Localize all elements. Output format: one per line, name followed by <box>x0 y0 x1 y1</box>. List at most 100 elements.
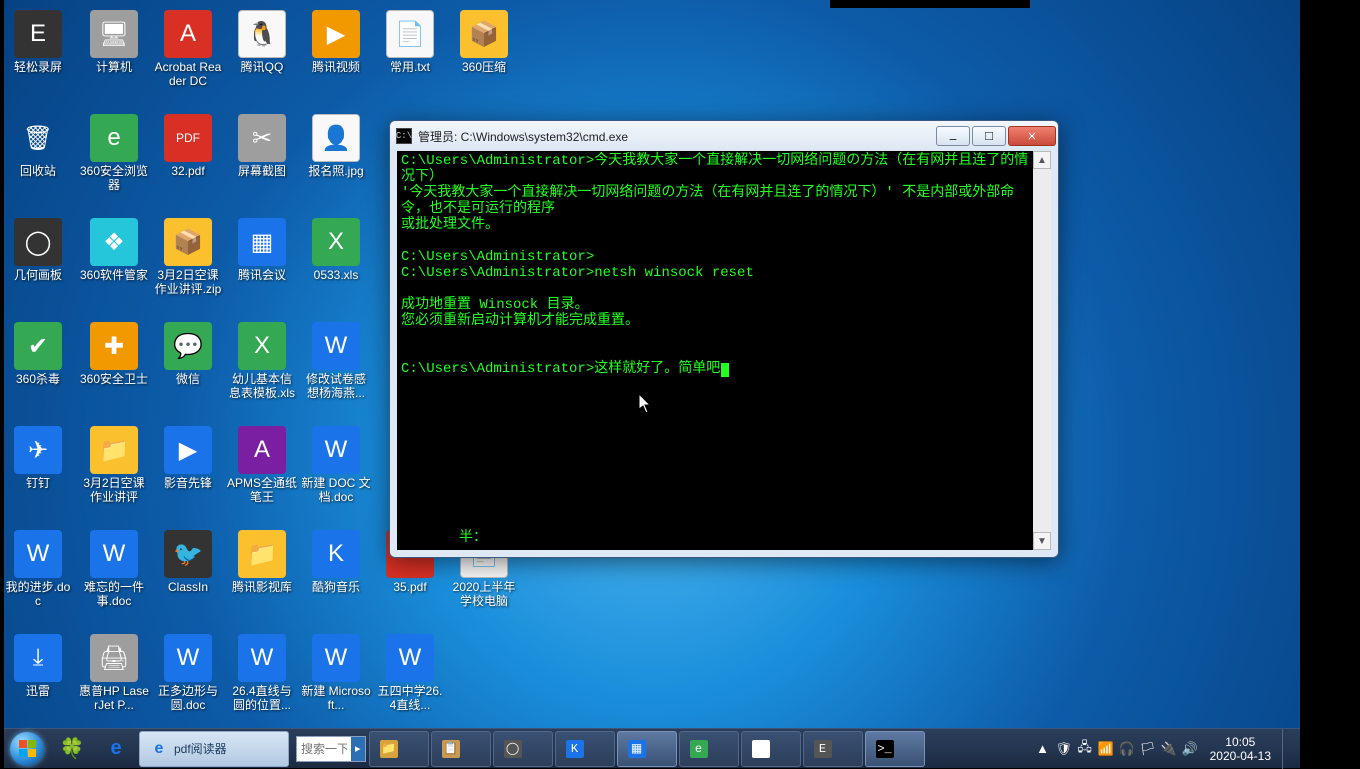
icon-label: Acrobat Reader DC <box>151 60 225 88</box>
desktop-icon-几何画板[interactable]: ◯几何画板 <box>1 218 75 282</box>
system-tray[interactable]: ▲🛡🖧📶🎧🏳🔌🔊 10:05 2020-04-13 <box>1034 729 1300 769</box>
cmd-bottom-caption: 半： <box>459 526 487 546</box>
task-app[interactable]: ◫ <box>741 731 801 767</box>
letterbox-left <box>0 0 4 768</box>
task-cmd[interactable]: >_ <box>865 731 925 767</box>
icon-label: 酷狗音乐 <box>299 580 373 594</box>
icon-label: APMS全通纸笔王 <box>225 476 299 504</box>
desktop-icon-新建-Microsoft-[interactable]: W新建 Microsoft... <box>299 634 373 712</box>
desktop-icon-轻松录屏[interactable]: E轻松录屏 <box>1 10 75 74</box>
desktop-icon-360杀毒[interactable]: ✔360杀毒 <box>1 322 75 386</box>
desktop-icon-惠普HP-LaserJet-P-[interactable]: 🖨惠普HP LaserJet P... <box>77 634 151 712</box>
close-button[interactable]: ✕ <box>1008 126 1056 146</box>
desktop-icon-酷狗音乐[interactable]: K酷狗音乐 <box>299 530 373 594</box>
desktop-icon-360安全浏览器[interactable]: e360安全浏览器 <box>77 114 151 192</box>
icon-image: 🗑 <box>14 114 62 162</box>
task-kugou[interactable]: K <box>555 731 615 767</box>
desktop-icon-新建-DOC-文档-doc[interactable]: W新建 DOC 文档.doc <box>299 426 373 504</box>
desktop-icon-常用-txt[interactable]: 📄常用.txt <box>373 10 447 74</box>
scroll-up-button[interactable]: ▲ <box>1033 151 1051 169</box>
cmd-scrollbar[interactable]: ▲ ▼ <box>1033 151 1051 550</box>
icon-label: 35.pdf <box>373 580 447 594</box>
icon-label: ClassIn <box>151 580 225 594</box>
desktop-icon-腾讯影视库[interactable]: 📁 腾讯影视库 <box>225 530 299 594</box>
pinned-ie[interactable]: e <box>95 731 137 767</box>
desktop-icon-腾讯QQ[interactable]: 🐧腾讯QQ <box>225 10 299 74</box>
icon-image: W <box>312 634 360 682</box>
desktop-icon-回收站[interactable]: 🗑回收站 <box>1 114 75 178</box>
kugou-icon: K <box>566 740 584 758</box>
cmd-icon: C:\ <box>396 128 412 144</box>
cmd-title: 管理员: C:\Windows\system32\cmd.exe <box>418 128 934 145</box>
taskbar[interactable]: 🍀e e pdf阅读器 ▸ 📁📋◯K▦e◫E>_ ▲🛡🖧📶🎧🏳🔌🔊 10:05 … <box>4 728 1300 768</box>
icon-label: 微信 <box>151 372 225 386</box>
icon-label: 常用.txt <box>373 60 447 74</box>
desktop-icon-正多边形与圆-doc[interactable]: W正多边形与圆.doc <box>151 634 225 712</box>
desktop-icon-计算机[interactable]: 🖥计算机 <box>77 10 151 74</box>
task-chrome[interactable]: ◯ <box>493 731 553 767</box>
tray-icon-5[interactable]: 🏳 <box>1139 740 1157 758</box>
pinned-clover[interactable]: 🍀 <box>51 731 93 767</box>
cmd-output[interactable]: C:\Users\Administrator>今天我教大家一个直接解决一切网络问… <box>397 151 1033 550</box>
cmd-window[interactable]: C:\ 管理员: C:\Windows\system32\cmd.exe ــ … <box>389 120 1059 558</box>
cmd-body[interactable]: C:\Users\Administrator>今天我教大家一个直接解决一切网络问… <box>397 151 1051 550</box>
tray-icon-1[interactable]: 🛡 <box>1055 740 1073 758</box>
tray-icon-3[interactable]: 📶 <box>1097 740 1115 758</box>
desktop-icon-0533-xls[interactable]: X0533.xls <box>299 218 373 282</box>
task-ie-pdf[interactable]: e pdf阅读器 <box>139 731 289 767</box>
desktop-icon-屏幕截图[interactable]: ✂屏幕截图 <box>225 114 299 178</box>
desktop-icon-钉钉[interactable]: ✈钉钉 <box>1 426 75 490</box>
cmd-titlebar[interactable]: C:\ 管理员: C:\Windows\system32\cmd.exe ــ … <box>390 121 1058 151</box>
desktop-icon-难忘的一件事-doc[interactable]: W难忘的一件事.doc <box>77 530 151 608</box>
task-360[interactable]: e <box>679 731 739 767</box>
icon-image: ◯ <box>14 218 62 266</box>
minimize-button[interactable]: ــ <box>936 126 970 146</box>
desktop-icon-迅雷[interactable]: ⤓迅雷 <box>1 634 75 698</box>
show-desktop-button[interactable] <box>1282 729 1296 769</box>
icon-image: 🐧 <box>238 10 286 58</box>
desktop-icon-五四中学26-4直线-[interactable]: W五四中学26.4直线... <box>373 634 447 712</box>
tray-icon-6[interactable]: 🔌 <box>1160 740 1178 758</box>
tray-icon-4[interactable]: 🎧 <box>1118 740 1136 758</box>
desktop-icon-幼儿基本信息表模板-xls[interactable]: X幼儿基本信息表模板.xls <box>225 322 299 400</box>
task-notes[interactable]: 📋 <box>431 731 491 767</box>
desktop-icon-32-pdf[interactable]: PDF32.pdf <box>151 114 225 178</box>
desktop-icon-报名照-jpg[interactable]: 👤报名照.jpg <box>299 114 373 178</box>
icon-label: 腾讯影视库 <box>225 580 299 594</box>
search-go-button[interactable]: ▸ <box>351 737 365 761</box>
task-folder[interactable]: 📁 <box>369 731 429 767</box>
tray-icon-0[interactable]: ▲ <box>1034 740 1052 758</box>
desktop-icon-影音先锋[interactable]: ▶影音先锋 <box>151 426 225 490</box>
desktop-icon-3月2日空课作业讲评-zip[interactable]: 📦3月2日空课作业讲评.zip <box>151 218 225 296</box>
desktop-icon-我的进步-doc[interactable]: W我的进步.doc <box>1 530 75 608</box>
task-meeting[interactable]: ▦ <box>617 731 677 767</box>
desktop-icon-ClassIn[interactable]: 🐦ClassIn <box>151 530 225 594</box>
desktop-icon-360安全卫士[interactable]: ✚360安全卫士 <box>77 322 151 386</box>
desktop-icon-360软件管家[interactable]: ❖360软件管家 <box>77 218 151 282</box>
icon-image: 📁 <box>238 530 286 578</box>
desktop-icon-Acrobat-Reader-DC[interactable]: AAcrobat Reader DC <box>151 10 225 88</box>
icon-label: 屏幕截图 <box>225 164 299 178</box>
desktop-icon-3月2日空课作业讲评[interactable]: 📁3月2日空课作业讲评 <box>77 426 151 504</box>
scroll-down-button[interactable]: ▼ <box>1033 532 1051 550</box>
desktop-icon-APMS全通纸笔王[interactable]: AAPMS全通纸笔王 <box>225 426 299 504</box>
desktop-icon-360压缩[interactable]: 📦360压缩 <box>447 10 521 74</box>
desktop-icon-腾讯视频[interactable]: ▶腾讯视频 <box>299 10 373 74</box>
tray-icon-7[interactable]: 🔊 <box>1181 740 1199 758</box>
desktop-icon-微信[interactable]: 💬微信 <box>151 322 225 386</box>
icon-label: 新建 Microsoft... <box>299 684 373 712</box>
maximize-button[interactable]: ☐ <box>972 126 1006 146</box>
taskbar-clock[interactable]: 10:05 2020-04-13 <box>1202 735 1279 763</box>
search-input[interactable] <box>297 737 351 761</box>
desktop-icon-修改试卷感想杨海燕-[interactable]: W修改试卷感想杨海燕... <box>299 322 373 400</box>
desktop[interactable]: E轻松录屏🖥计算机AAcrobat Reader DC🐧腾讯QQ▶腾讯视频📄常用… <box>4 0 1300 768</box>
desktop-icon-腾讯会议[interactable]: ▦腾讯会议 <box>225 218 299 282</box>
icon-image: ⤓ <box>14 634 62 682</box>
tray-icon-2[interactable]: 🖧 <box>1076 740 1094 758</box>
icon-label: 影音先锋 <box>151 476 225 490</box>
taskbar-search[interactable]: ▸ <box>296 736 366 762</box>
desktop-icon-26-4直线与圆的位置-[interactable]: W26.4直线与圆的位置... <box>225 634 299 712</box>
start-button[interactable] <box>4 729 50 769</box>
task-rec[interactable]: E <box>803 731 863 767</box>
icon-label: 幼儿基本信息表模板.xls <box>225 372 299 400</box>
